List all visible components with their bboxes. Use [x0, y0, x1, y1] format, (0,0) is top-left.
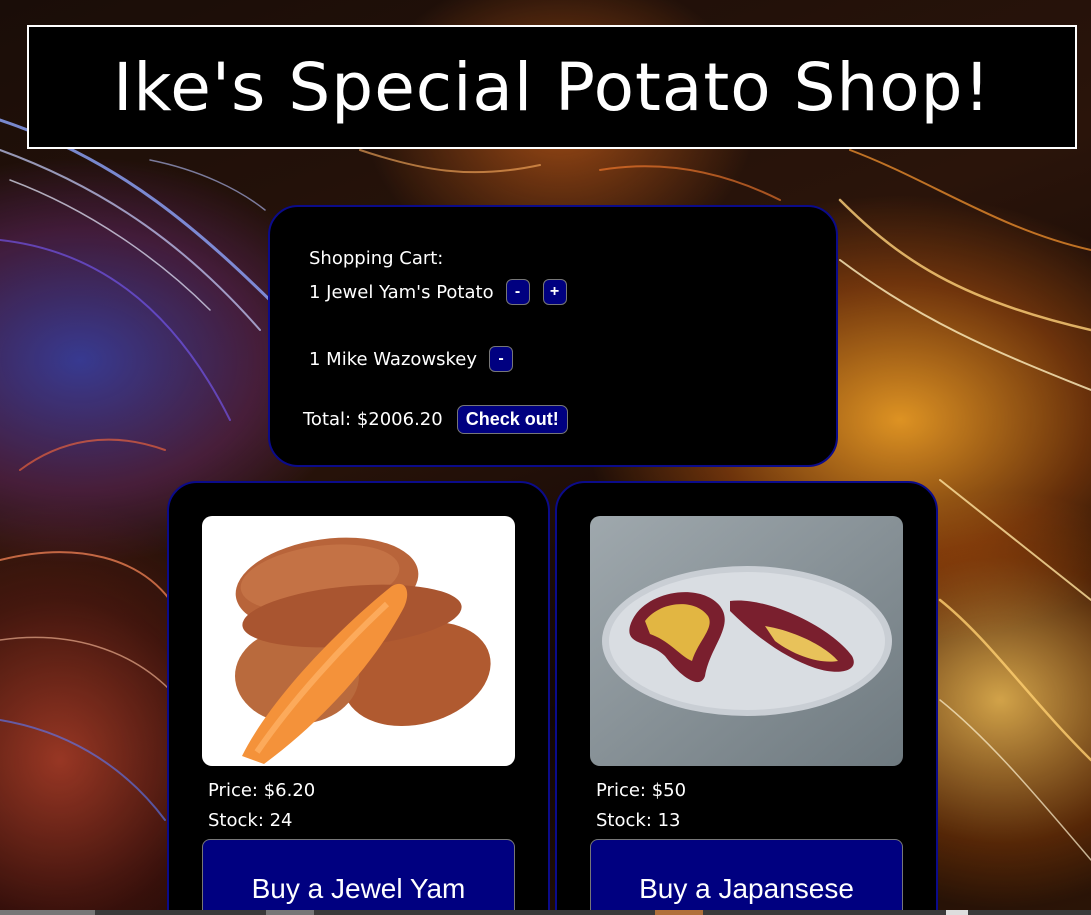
product-card: Price: $50 Stock: 13 Buy a Japansese: [555, 481, 938, 915]
shop-header: Ike's Special Potato Shop!: [27, 25, 1077, 149]
page-title: Ike's Special Potato Shop!: [112, 48, 992, 126]
japanese-sweet-potato-photo: [590, 516, 903, 766]
product-card: Price: $6.20 Stock: 24 Buy a Jewel Yam: [167, 481, 550, 915]
buy-jewel-yam-button[interactable]: Buy a Jewel Yam: [202, 839, 515, 915]
buy-japanese-button[interactable]: Buy a Japansese: [590, 839, 903, 915]
scrollbar-segment: [0, 910, 95, 915]
cart-item-label: 1 Jewel Yam's Potato: [309, 281, 494, 303]
scrollbar-segment: [655, 910, 703, 915]
shopping-cart-panel: Shopping Cart: 1 Jewel Yam's Potato - + …: [268, 205, 838, 467]
cart-item: 1 Mike Wazowskey -: [309, 346, 514, 372]
scrollbar-segment: [946, 910, 968, 915]
product-stock: Stock: 13: [596, 810, 681, 831]
cart-title: Shopping Cart:: [309, 248, 444, 269]
product-price: Price: $50: [596, 780, 687, 801]
product-price: Price: $6.20: [208, 780, 316, 801]
cart-item-label: 1 Mike Wazowskey: [309, 348, 478, 370]
scrollbar-segment: [266, 910, 314, 915]
increase-quantity-button[interactable]: +: [542, 279, 567, 305]
checkout-button[interactable]: Check out!: [456, 405, 568, 434]
decrease-quantity-button[interactable]: -: [505, 279, 530, 305]
jewel-yam-photo: [202, 516, 515, 766]
cart-item: 1 Jewel Yam's Potato - +: [309, 279, 567, 305]
cart-total-row: Total: $2006.20 Check out!: [303, 405, 568, 434]
horizontal-scrollbar[interactable]: [0, 910, 1091, 915]
decrease-quantity-button[interactable]: -: [489, 346, 514, 372]
product-stock: Stock: 24: [208, 810, 293, 831]
cart-total: Total: $2006.20: [303, 409, 443, 430]
